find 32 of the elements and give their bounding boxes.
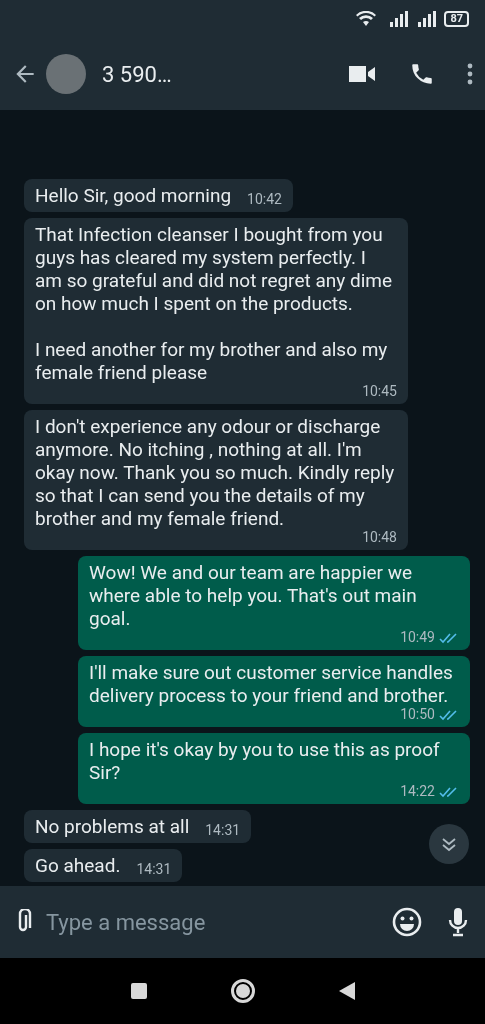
message-time: 10:42 bbox=[247, 192, 282, 207]
message-input[interactable]: Type a message bbox=[46, 905, 379, 939]
message-time: 10:49 bbox=[400, 630, 435, 645]
message-time: 10:45 bbox=[362, 384, 397, 399]
battery-level: 87 bbox=[444, 11, 469, 27]
microphone-icon[interactable] bbox=[447, 907, 469, 937]
message-text: No problems at all bbox=[35, 815, 190, 838]
message-text: Go ahead. bbox=[35, 854, 121, 877]
signal-icon bbox=[416, 11, 437, 27]
message-time: 10:50 bbox=[400, 707, 435, 722]
scroll-down-button[interactable] bbox=[429, 824, 469, 864]
home-button[interactable] bbox=[230, 979, 255, 1003]
video-camera-icon[interactable] bbox=[347, 63, 377, 85]
more-icon[interactable] bbox=[467, 63, 473, 85]
message-text: That Infection cleanser I bought from you guys has cleared my system perfectly. I am so grateful and did not regret any dime on how much I spent on the products. I need another for my brother and also my female friend please bbox=[35, 223, 393, 384]
recents-button[interactable] bbox=[130, 983, 147, 999]
message-time: 14:22 bbox=[400, 784, 435, 799]
message-time: 14:31 bbox=[136, 862, 172, 877]
smiley-icon[interactable] bbox=[391, 906, 423, 938]
back-icon[interactable] bbox=[338, 982, 355, 1000]
wifi-icon bbox=[356, 11, 377, 27]
message-time: 10:48 bbox=[362, 530, 397, 545]
message-time: 14:31 bbox=[205, 823, 241, 838]
avatar[interactable] bbox=[46, 54, 86, 94]
message-text: Wow! We and our team are happier we where able to help you. That's out main goal. bbox=[89, 561, 418, 630]
message-text: I'll make sure out customer service handles delivery process to your friend and brother. bbox=[89, 661, 454, 707]
double-chevron-icon bbox=[441, 836, 457, 852]
message-text: I don't experience any odour or discharge anymore. No itching , nothing at all. I'm okay now. Thank you so much. Kindly reply so that I can send you the details of my brother and my female friend. bbox=[35, 415, 396, 530]
message-bar[interactable]: Type a message bbox=[0, 886, 485, 958]
message-text: Hello Sir, good morning bbox=[35, 184, 232, 207]
phone-icon[interactable] bbox=[409, 61, 435, 87]
message-text: I hope it's okay by you to use this as proof Sir? bbox=[89, 738, 441, 784]
